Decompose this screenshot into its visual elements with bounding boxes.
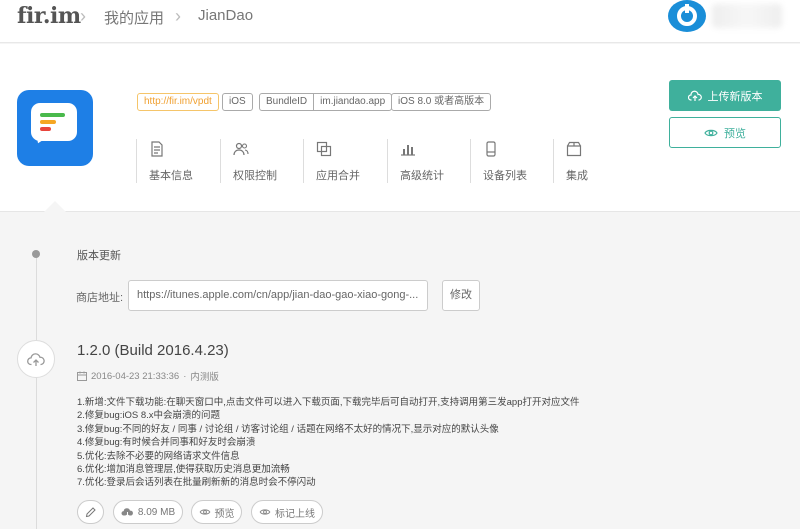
device-icon [486,141,496,157]
store-address-input[interactable]: https://itunes.apple.com/cn/app/jian-dao… [128,280,428,311]
upload-new-version-button[interactable]: 上传新版本 [669,80,781,111]
changelog: 1.新增:文件下载功能:在聊天窗口中,点击文件可以进入下载页面,下载完毕后可自动… [77,396,579,490]
cloud-upload-icon [17,340,55,378]
min-os-tag: iOS 8.0 或者高版本 [391,93,492,111]
edit-release-button[interactable] [77,500,104,524]
nav-label: 应用合并 [316,170,360,182]
username[interactable] [712,4,782,28]
cloud-upload-icon [687,90,702,101]
nav-statistics[interactable]: 高级统计 [387,139,444,183]
bundle-id-value: im.jiandao.app [313,94,391,110]
changelog-line: 6.优化:增加消息管理层,使得获取历史消息更加流畅 [77,464,290,476]
timeline-line [36,253,37,529]
bar-chart-icon [401,145,415,156]
download-size: 8.09 MB [137,506,176,518]
calendar-icon [77,371,87,381]
changelog-line: 2.修复bug:iOS 8.x中会崩溃的问题 [77,410,221,422]
cloud-download-icon [121,508,133,517]
eye-icon [259,509,271,515]
download-size-button[interactable]: 8.09 MB [113,500,183,524]
breadcrumb-separator: › [175,6,181,26]
pencil-icon [85,506,96,517]
platform-tag: iOS [222,93,253,111]
preview-button[interactable]: 预览 [669,117,781,148]
app-icon [17,90,93,166]
meta-separator: · [183,370,187,382]
eye-icon [704,129,718,136]
upload-button-label: 上传新版本 [707,90,763,103]
users-icon [233,142,249,156]
nav-app-merge[interactable]: 应用合并 [303,139,360,183]
changelog-line: 1.新增:文件下载功能:在聊天窗口中,点击文件可以进入下载页面,下载完毕后可自动… [77,397,580,408]
bundle-id-label: BundleID [266,96,308,107]
nav-label: 集成 [566,170,588,182]
active-tab-pointer [44,201,66,212]
bundle-id-tag: BundleID im.jiandao.app [259,93,393,111]
release-channel: 内测版 [190,372,219,383]
changelog-line: 7.优化:登录后会话列表在批量刷新新的消息时会不停闪动 [77,477,316,489]
release-meta: 2016-04-23 21:33:36 · 内测版 [77,369,219,383]
edit-button[interactable]: 修改 [442,280,480,311]
box-icon [566,141,582,157]
preview-label: 预览 [214,508,235,520]
nav-label: 权限控制 [233,170,277,182]
nav-basic-info[interactable]: 基本信息 [136,139,193,183]
app-info-panel: http://fir.im/vpdt iOS BundleID im.jiand… [0,44,800,212]
nav-label: 设备列表 [483,170,527,182]
mark-online-button[interactable]: 标记上线 [251,500,323,524]
site-logo[interactable]: fir.im [17,3,81,29]
changelog-line: 3.修复bug:不同的好友 / 同事 / 讨论组 / 访客讨论组 / 话题在网络… [77,423,499,435]
preview-button-label: 预览 [724,127,746,140]
nav-label: 基本信息 [149,170,193,182]
breadcrumb-separator: › [80,6,86,26]
nav-integration[interactable]: 集成 [553,139,588,183]
timeline-dot [32,250,40,258]
merge-icon [316,141,332,157]
mark-online-label: 标记上线 [275,508,315,520]
user-avatar[interactable] [668,0,706,32]
breadcrumb-my-apps[interactable]: 我的应用 [104,7,164,28]
store-address-label: 商店地址: [76,292,124,304]
release-preview-button[interactable]: 预览 [191,500,242,524]
power-icon [677,4,697,26]
nav-permissions[interactable]: 权限控制 [220,139,277,183]
section-title: 版本更新 [77,250,121,262]
changelog-line: 5.优化:去除不必要的网络请求文件信息 [77,450,240,462]
nav-devices[interactable]: 设备列表 [470,139,527,183]
changelog-line: 4.修复bug:有时候合并同事和好友时会崩溃 [77,437,256,449]
breadcrumb-app-name: JianDao [198,7,254,24]
document-icon [151,141,163,157]
version-title: 1.2.0 (Build 2016.4.23) [77,342,229,359]
eye-icon [199,509,210,515]
release-date: 2016-04-23 21:33:36 [91,370,180,382]
top-header: fir.im › 我的应用 › JianDao [0,0,800,43]
nav-label: 高级统计 [400,170,444,182]
short-link-tag[interactable]: http://fir.im/vpdt [137,93,219,111]
